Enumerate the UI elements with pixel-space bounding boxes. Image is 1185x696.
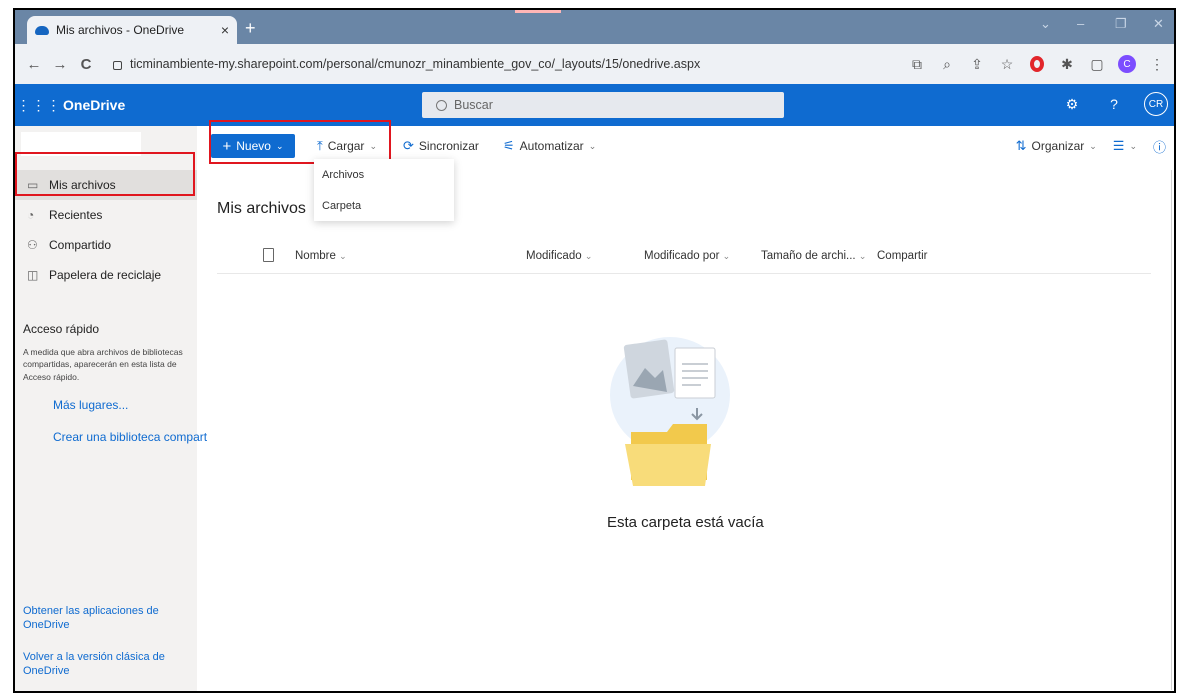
lock-icon xyxy=(113,60,122,70)
sync-button-label: Sincronizar xyxy=(418,139,479,153)
empty-folder-illustration xyxy=(610,337,730,486)
folder-front xyxy=(625,444,711,486)
share-icon: ⚇ xyxy=(27,238,38,252)
screenshot-frame: Mis archivos - OneDrive × + ⌄ – ❐ ✕ ← → … xyxy=(13,8,1176,693)
quick-access-description: A medida que abra archivos de biblioteca… xyxy=(23,347,183,382)
quick-access-title: Acceso rápido xyxy=(23,322,100,336)
app-launcher-waffle-icon[interactable]: ⋮⋮⋮ xyxy=(15,97,63,114)
address-bar[interactable]: ticminambiente-my.sharepoint.com/persona… xyxy=(107,50,907,78)
document-file-icon xyxy=(674,347,716,399)
sync-button[interactable]: ⟳ Sincronizar xyxy=(403,134,479,158)
chevron-down-icon: ⌄ xyxy=(1129,140,1137,151)
browser-toolbar: ← → C ticminambiente-my.sharepoint.com/p… xyxy=(15,44,1174,84)
automate-button-label: Automatizar xyxy=(519,139,584,153)
empty-folder-message: Esta carpeta está vacía xyxy=(607,514,764,531)
column-sharing[interactable]: Compartir xyxy=(877,250,927,262)
highlight-box-new-upload xyxy=(209,120,391,164)
chevron-down-icon: ⌄ xyxy=(1089,140,1097,151)
scrollbar-track[interactable] xyxy=(1171,170,1172,690)
nav-item-label: Recientes xyxy=(49,208,103,222)
column-name[interactable]: Nombre ⌄ xyxy=(295,250,347,262)
view-options-button[interactable]: ☰ ⌄ xyxy=(1113,134,1137,158)
clock-icon: ◔ xyxy=(27,208,35,222)
new-tab-button[interactable]: + xyxy=(245,18,256,39)
install-app-icon[interactable]: ⧉ xyxy=(908,55,926,73)
url-text: ticminambiente-my.sharepoint.com/persona… xyxy=(130,57,701,71)
toolbar-icons: ⧉ ⌕ ⇪ ☆ ✱ ▢ C ⋮ xyxy=(908,44,1166,84)
column-modified-by[interactable]: Modificado por ⌄ xyxy=(644,250,730,262)
sort-button[interactable]: ⇅ Organizar ⌄ xyxy=(1016,134,1097,158)
user-avatar[interactable]: CR xyxy=(1144,92,1168,116)
nav-item-label: Compartido xyxy=(49,238,112,252)
settings-gear-icon[interactable]: ⚙ xyxy=(1060,92,1084,116)
file-type-icon[interactable] xyxy=(263,248,274,262)
sort-button-label: Organizar xyxy=(1031,139,1085,153)
back-button[interactable]: ← xyxy=(23,56,45,73)
forward-button[interactable]: → xyxy=(49,56,71,73)
more-places-link[interactable]: Más lugares... xyxy=(53,398,128,412)
minimize-button[interactable]: – xyxy=(1077,16,1084,31)
help-button[interactable]: ? xyxy=(1102,92,1126,116)
column-file-size[interactable]: Tamaño de archi... ⌄ xyxy=(761,250,866,262)
nav-item-papelera[interactable]: ◫ Papelera de reciclaje xyxy=(15,260,197,290)
column-modified[interactable]: Modificado ⌄ xyxy=(526,250,592,262)
list-view-icon: ☰ xyxy=(1112,138,1125,153)
info-pane-button[interactable]: ⓘ xyxy=(1153,134,1166,158)
browser-menu-icon[interactable]: ⋮ xyxy=(1148,55,1166,73)
automate-button[interactable]: ⚟ Automatizar ⌄ xyxy=(503,134,596,158)
opera-extension-icon[interactable] xyxy=(1028,55,1046,73)
chevron-down-icon: ⌄ xyxy=(588,140,597,151)
chevron-down-icon: ⌄ xyxy=(584,251,593,261)
menu-item-archivos[interactable]: Archivos xyxy=(314,159,454,190)
nav-item-recientes[interactable]: ◔ Recientes xyxy=(15,200,197,230)
onedrive-cloud-icon xyxy=(35,25,49,35)
chevron-down-icon: ⌄ xyxy=(339,251,347,261)
image-file-icon xyxy=(623,339,675,399)
chevron-down-icon: ⌄ xyxy=(722,251,731,261)
tab-title: Mis archivos - OneDrive xyxy=(56,23,185,37)
extensions-puzzle-icon[interactable]: ✱ xyxy=(1058,55,1076,73)
chevron-down-icon: ⌄ xyxy=(858,251,867,261)
app-name[interactable]: OneDrive xyxy=(63,97,125,113)
reload-button[interactable]: C xyxy=(75,56,97,73)
close-window-button[interactable]: ✕ xyxy=(1153,16,1164,32)
restore-button[interactable]: ❐ xyxy=(1115,16,1127,32)
zoom-icon[interactable]: ⌕ xyxy=(938,55,956,73)
get-apps-link[interactable]: Obtener las aplicaciones de OneDrive xyxy=(23,604,193,633)
file-list-header: Nombre ⌄ Modificado ⌄ Modificado por ⌄ T… xyxy=(217,240,1151,274)
tab-indicator xyxy=(515,10,561,13)
highlight-box-mis-archivos xyxy=(15,152,195,196)
sync-icon: ⟳ xyxy=(403,138,414,153)
sort-icon: ⇅ xyxy=(1015,138,1027,153)
command-bar-right: ⇅ Organizar ⌄ ☰ ⌄ ⓘ xyxy=(1016,134,1166,158)
browser-tab[interactable]: Mis archivos - OneDrive × xyxy=(27,16,237,44)
classic-version-link[interactable]: Volver a la versión clásica de OneDrive xyxy=(23,650,193,679)
share-page-icon[interactable]: ⇪ xyxy=(968,55,986,73)
browser-tabstrip: Mis archivos - OneDrive × + ⌄ – ❐ ✕ xyxy=(15,10,1174,44)
search-box[interactable]: Buscar xyxy=(422,92,784,118)
upload-dropdown-menu: Archivos Carpeta xyxy=(314,159,454,221)
automate-flow-icon: ⚟ xyxy=(503,138,515,153)
profile-avatar[interactable]: C xyxy=(1118,55,1136,73)
suite-actions: ⚙ ? CR xyxy=(1060,92,1168,116)
nav-item-label: Papelera de reciclaje xyxy=(49,268,162,282)
create-library-link[interactable]: Crear una biblioteca compart xyxy=(53,430,207,444)
trash-icon: ◫ xyxy=(27,268,39,282)
tab-close-icon[interactable]: × xyxy=(221,22,229,38)
side-panel-icon[interactable]: ▢ xyxy=(1088,55,1106,73)
search-icon xyxy=(436,99,447,111)
nav-item-compartido[interactable]: ⚇ Compartido xyxy=(15,230,197,260)
search-placeholder: Buscar xyxy=(454,98,493,112)
info-icon: ⓘ xyxy=(1152,139,1166,155)
menu-item-carpeta[interactable]: Carpeta xyxy=(314,190,454,221)
page-title: Mis archivos xyxy=(217,200,306,217)
tab-search-icon[interactable]: ⌄ xyxy=(1040,16,1051,32)
bookmark-star-icon[interactable]: ☆ xyxy=(998,55,1016,73)
left-navigation: ▭ Mis archivos ◔ Recientes ⚇ Compartido … xyxy=(15,126,207,691)
suite-header: ⋮⋮⋮ OneDrive Buscar ⚙ ? CR xyxy=(15,84,1174,126)
